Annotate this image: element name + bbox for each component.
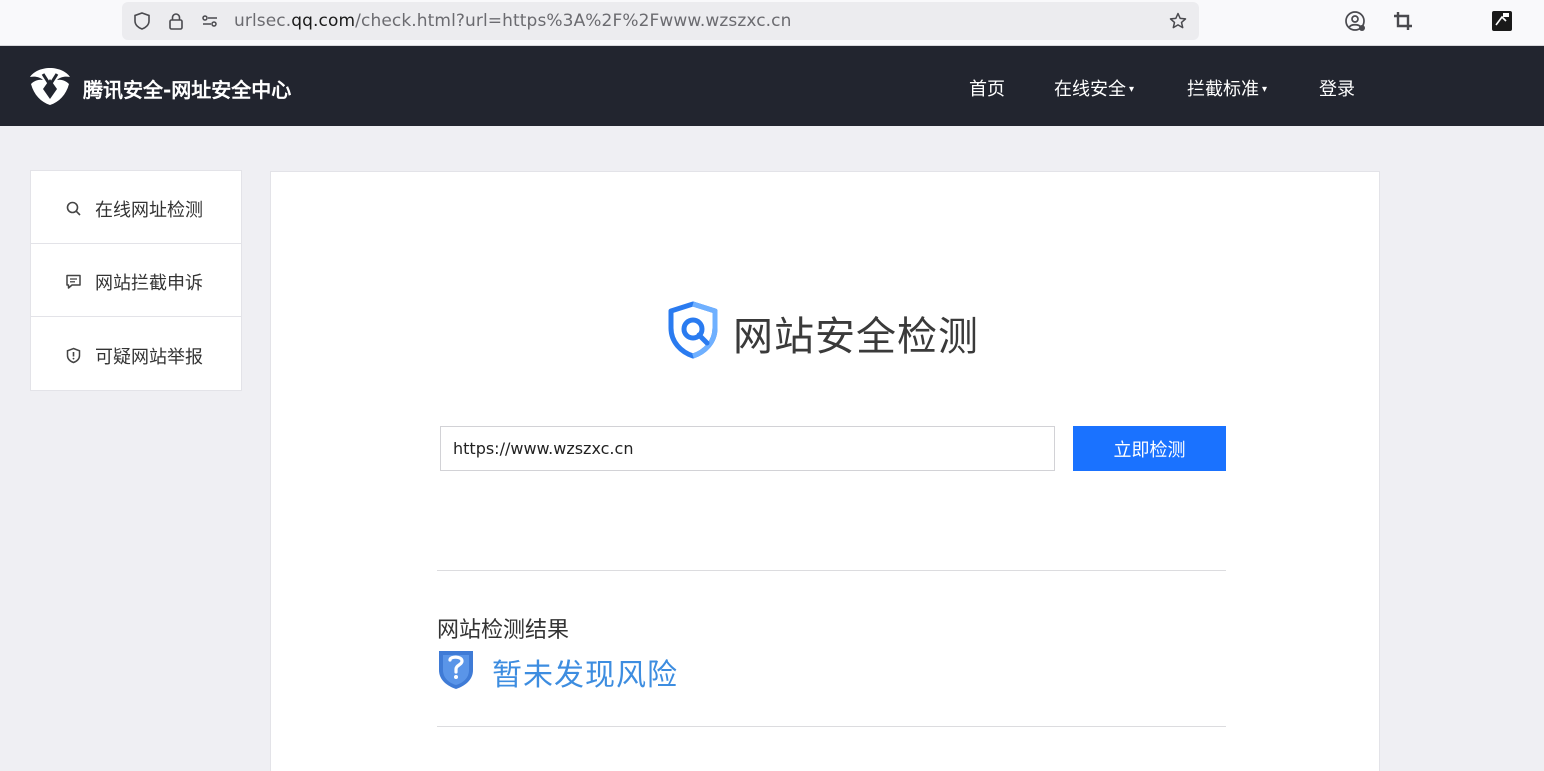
star-icon[interactable] (1168, 11, 1188, 31)
site-header: 腾讯安全-网址安全中心 首页 在线安全 ▾ 拦截标准 ▾ 登录 (0, 46, 1544, 126)
site-brand[interactable]: 腾讯安全-网址安全中心 (83, 74, 291, 103)
browser-toolbar: urlsec.qq.com/check.html?url=https%3A%2F… (0, 0, 1544, 46)
sidebar-item-label: 可疑网站举报 (95, 347, 203, 368)
crop-icon[interactable] (1391, 9, 1415, 33)
nav-home[interactable]: 首页 (969, 75, 1005, 101)
nav-login[interactable]: 登录 (1319, 75, 1355, 101)
check-now-button[interactable]: 立即检测 (1073, 426, 1226, 471)
sidebar-item-appeal[interactable]: 网站拦截申诉 (31, 244, 241, 317)
lock-icon[interactable] (166, 11, 186, 31)
sidebar: 在线网址检测 网站拦截申诉 可疑网站举报 (30, 170, 242, 391)
result-heading: 网站检测结果 (437, 618, 570, 643)
url-text[interactable]: urlsec.qq.com/check.html?url=https%3A%2F… (234, 11, 792, 31)
shield-alert-icon (65, 347, 82, 364)
divider (437, 726, 1226, 727)
url-input[interactable] (440, 426, 1055, 471)
sidebar-item-label: 在线网址检测 (95, 200, 203, 221)
shield-search-icon (665, 301, 721, 359)
extension-icon[interactable] (1490, 9, 1514, 33)
sidebar-item-url-check[interactable]: 在线网址检测 (31, 171, 241, 244)
nav-blocking-standards[interactable]: 拦截标准 ▾ (1187, 75, 1267, 101)
address-bar[interactable]: urlsec.qq.com/check.html?url=https%3A%2F… (122, 2, 1199, 40)
tencent-security-logo-icon[interactable] (29, 65, 71, 107)
sidebar-item-label: 网站拦截申诉 (95, 273, 203, 294)
main-panel: 网站安全检测 立即检测 网站检测结果 暂未发现风险 (270, 171, 1380, 771)
nav-online-security[interactable]: 在线安全 ▾ (1054, 75, 1134, 101)
shield-icon[interactable] (132, 11, 152, 31)
page-title: 网站安全检测 (733, 314, 979, 360)
shield-question-icon (437, 648, 475, 690)
divider (437, 570, 1226, 571)
account-icon[interactable] (1343, 9, 1367, 33)
caret-down-icon: ▾ (1129, 84, 1135, 95)
message-icon (65, 273, 82, 290)
search-icon (65, 200, 82, 217)
caret-down-icon: ▾ (1262, 84, 1268, 95)
permissions-icon[interactable] (200, 11, 220, 31)
result-status: 暂未发现风险 (492, 658, 678, 693)
sidebar-item-report[interactable]: 可疑网站举报 (31, 318, 241, 391)
